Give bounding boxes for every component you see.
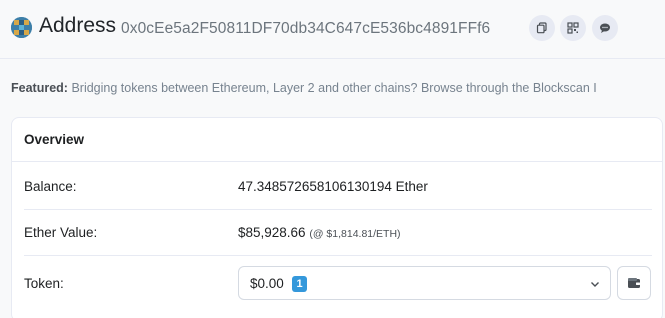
row-divider — [24, 209, 652, 210]
ether-value-amount: $85,928.66 — [238, 225, 306, 240]
featured-text[interactable]: Bridging tokens between Ethereum, Layer … — [71, 81, 596, 95]
qr-code-icon — [567, 22, 579, 34]
copy-icon — [536, 22, 547, 34]
token-holdings-button[interactable] — [617, 266, 651, 300]
token-dropdown[interactable]: $0.00 1 — [238, 266, 611, 300]
featured-label: Featured: — [11, 81, 68, 95]
address-hash: 0x0cEe5a2F50811DF70db34C647cE536bc4891FF… — [121, 20, 491, 37]
balance-value: 47.348572658106130194 Ether — [238, 179, 428, 194]
address-identicon — [11, 17, 32, 38]
featured-banner[interactable]: Featured: Bridging tokens between Ethere… — [11, 81, 665, 95]
token-value: $0.00 — [250, 276, 284, 291]
chevron-down-icon — [591, 282, 599, 287]
overview-card: Overview Balance: 47.348572658106130194 … — [11, 117, 663, 318]
token-count-badge: 1 — [292, 276, 307, 292]
ether-value: $85,928.66 (@ $1,814.81/ETH) — [238, 225, 401, 240]
header-divider — [0, 58, 665, 59]
token-label: Token: — [24, 276, 64, 291]
ether-value-label: Ether Value: — [24, 225, 98, 240]
copy-address-button[interactable] — [529, 15, 555, 41]
comment-icon — [600, 23, 610, 33]
overview-title: Overview — [24, 132, 85, 147]
page-header: Address 0x0cEe5a2F50811DF70db34C647cE536… — [0, 0, 665, 58]
page-title: Address — [39, 14, 117, 37]
wallet-icon — [628, 278, 640, 288]
overview-header: Overview — [12, 118, 662, 162]
qr-code-button[interactable] — [560, 15, 586, 41]
comment-button[interactable] — [592, 15, 618, 41]
ether-price-rate: (@ $1,814.81/ETH) — [309, 228, 401, 240]
balance-label: Balance: — [24, 179, 77, 194]
row-divider — [24, 255, 652, 256]
